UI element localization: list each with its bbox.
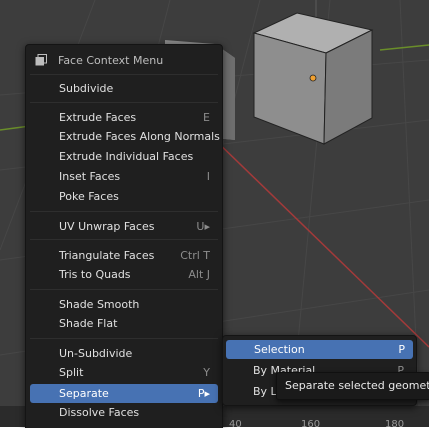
x-axis-line	[209, 134, 429, 348]
menu-item-un-subdivide[interactable]: Un-Subdivide	[26, 344, 222, 363]
menu-item-label: Un-Subdivide	[59, 347, 133, 360]
menu-item-label: Split	[59, 366, 84, 379]
menu-divider	[30, 338, 218, 339]
menu-item-label: UV Unwrap Faces	[59, 220, 155, 233]
tooltip: Separate selected geometry i	[276, 372, 429, 400]
menu-item-label: Dissolve Faces	[59, 406, 140, 419]
menu-item-triangulate-faces[interactable]: Triangulate Faces Ctrl T	[26, 246, 222, 265]
menu-item-label: Poke Faces	[59, 190, 119, 203]
menu-divider	[30, 102, 218, 103]
face-context-menu: Face Context Menu Subdivide Extrude Face…	[25, 44, 223, 428]
menu-item-shortcut: E	[203, 111, 210, 124]
ruler-tick: 180	[385, 419, 405, 427]
menu-item-label: Inset Faces	[59, 170, 121, 183]
menu-item-poke-faces[interactable]: Poke Faces	[26, 187, 222, 206]
menu-item-extrude-faces[interactable]: Extrude Faces E	[26, 108, 222, 127]
menu-item-extrude-individual-faces[interactable]: Extrude Individual Faces	[26, 147, 222, 166]
menu-item-label: Subdivide	[59, 82, 114, 95]
menu-divider	[30, 74, 218, 75]
menu-item-label: Extrude Individual Faces	[59, 150, 194, 163]
menu-item-label: Shade Smooth	[59, 298, 140, 311]
submenu-item-selection[interactable]: Selection P	[226, 340, 413, 359]
menu-item-label: Separate	[59, 387, 109, 400]
tooltip-text: Separate selected geometry i	[285, 379, 429, 392]
menu-item-tris-to-quads[interactable]: Tris to Quads Alt J	[26, 265, 222, 284]
menu-item-label: Shade Flat	[59, 317, 118, 330]
menu-item-label: Selection	[254, 343, 305, 356]
menu-item-label: Extrude Faces Along Normals	[59, 130, 220, 143]
menu-divider	[30, 211, 218, 212]
submenu-arrow: U▸	[196, 220, 210, 233]
menu-item-shortcut: Y	[203, 366, 210, 379]
menu-item-separate[interactable]: Separate P▸	[30, 384, 218, 403]
menu-item-uv-unwrap-faces[interactable]: UV Unwrap Faces U▸	[26, 217, 222, 236]
menu-item-shortcut: Ctrl T	[180, 249, 210, 262]
origin-dot	[309, 74, 317, 82]
menu-item-shortcut: I	[206, 170, 210, 183]
menu-item-label: Tris to Quads	[59, 268, 131, 281]
menu-item-shade-smooth[interactable]: Shade Smooth	[26, 295, 222, 314]
menu-item-subdivide[interactable]: Subdivide	[26, 79, 222, 98]
ruler-tick: 40	[229, 419, 242, 427]
menu-item-extrude-faces-along-normals[interactable]: Extrude Faces Along Normals	[26, 127, 222, 146]
menu-item-label: Triangulate Faces	[59, 249, 155, 262]
face-context-menu-icon	[35, 54, 47, 66]
menu-item-shortcut: Alt J	[188, 268, 210, 281]
menu-item-shade-flat[interactable]: Shade Flat	[26, 314, 222, 333]
menu-divider	[30, 289, 218, 290]
menu-item-label: Extrude Faces	[59, 111, 137, 124]
menu-title: Face Context Menu	[58, 54, 164, 67]
menu-header: Face Context Menu	[26, 45, 222, 73]
menu-item-inset-faces[interactable]: Inset Faces I	[26, 167, 222, 186]
menu-divider	[30, 239, 218, 240]
menu-item-dissolve-faces[interactable]: Dissolve Faces	[26, 403, 222, 422]
menu-item-shortcut: P	[398, 343, 405, 356]
menu-item-split[interactable]: Split Y	[26, 363, 222, 382]
submenu-arrow: P▸	[197, 387, 210, 400]
ruler-tick: 160	[301, 419, 321, 427]
